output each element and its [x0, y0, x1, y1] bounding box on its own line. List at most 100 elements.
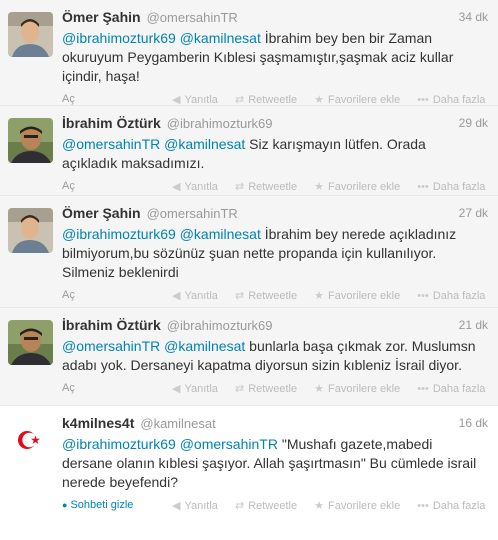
favorite-label: Favorilere ekle: [328, 383, 401, 395]
tweet-actions: ◀ Yanıtla ⇄ Retweetle ★ Favorilere ekle •••…: [172, 382, 498, 395]
tweet-text: @ibrahimozturk69 @omersahinTR "Mushafı g…: [62, 435, 488, 492]
reply-arrow-icon: ◀: [172, 383, 181, 395]
expand-link[interactable]: Aç: [62, 289, 75, 301]
star-icon: ★: [314, 290, 325, 302]
reply-button[interactable]: ◀ Yanıtla: [172, 499, 218, 512]
favorite-button[interactable]: ★ Favorilere ekle: [314, 289, 400, 302]
tweet-actions: ◀ Yanıtla ⇄ Retweetle ★ Favorilere ekle •••…: [172, 499, 498, 512]
retweet-button[interactable]: ⇄ Retweetle: [235, 93, 297, 106]
tweet-fullname[interactable]: İbrahim Öztürk: [62, 317, 161, 333]
retweet-label: Retweetle: [248, 383, 298, 395]
hide-conversation-label: Sohbeti gizle: [70, 499, 134, 511]
favorite-button[interactable]: ★ Favorilere ekle: [314, 93, 400, 106]
avatar[interactable]: [8, 12, 53, 57]
reply-label: Yanıtla: [184, 94, 218, 106]
avatar[interactable]: [8, 208, 53, 253]
reply-label: Yanıtla: [184, 181, 218, 193]
tweet-text: @omersahinTR @kamilnesat bunlarla başa ç…: [62, 337, 488, 375]
mention-link[interactable]: @ibrahimozturk69: [62, 436, 176, 452]
mention-link[interactable]: @ibrahimozturk69: [62, 226, 176, 242]
star-icon: ★: [314, 500, 325, 512]
tweet-actions: ◀ Yanıtla ⇄ Retweetle ★ Favorilere ekle •••…: [172, 180, 498, 193]
mention-link[interactable]: @omersahinTR: [62, 338, 160, 354]
tweet-fullname[interactable]: İbrahim Öztürk: [62, 115, 161, 131]
tweet-text: @ibrahimozturk69 @kamilnesat İbrahim bey…: [62, 225, 488, 282]
tweet-item[interactable]: Ömer Şahin @omersahinTR 27 dk @ibrahimozt…: [0, 196, 498, 308]
retweet-label: Retweetle: [248, 181, 298, 193]
more-button[interactable]: ••• Daha fazla: [417, 383, 485, 395]
avatar[interactable]: [8, 118, 53, 163]
tweet-fullname[interactable]: Ömer Şahin: [62, 205, 141, 221]
favorite-button[interactable]: ★ Favorilere ekle: [314, 499, 400, 512]
reply-button[interactable]: ◀ Yanıtla: [172, 180, 218, 193]
mention-link[interactable]: @ibrahimozturk69: [62, 30, 176, 46]
tweet-username[interactable]: @ibrahimozturk69: [167, 318, 273, 333]
retweet-icon: ⇄: [234, 383, 245, 395]
avatar[interactable]: [8, 416, 53, 461]
tweet-actions: ◀ Yanıtla ⇄ Retweetle ★ Favorilere ekle •••…: [172, 93, 498, 106]
tweet-timestamp[interactable]: 27 dk: [459, 206, 488, 220]
tweet-item[interactable]: Ömer Şahin @omersahinTR 34 dk @ibrahimozt…: [0, 0, 498, 106]
retweet-icon: ⇄: [234, 500, 245, 512]
ellipsis-icon: •••: [417, 290, 429, 302]
tweet-item[interactable]: İbrahim Öztürk @ibrahimozturk69 21 dk @om…: [0, 308, 498, 406]
reply-button[interactable]: ◀ Yanıtla: [172, 93, 218, 106]
star-icon: ★: [314, 94, 325, 106]
tweet-fullname[interactable]: Ömer Şahin: [62, 9, 141, 25]
reply-arrow-icon: ◀: [172, 500, 181, 512]
reply-label: Yanıtla: [184, 290, 218, 302]
expand-link[interactable]: Aç: [62, 93, 75, 105]
more-button[interactable]: ••• Daha fazla: [417, 290, 485, 302]
mention-link[interactable]: @kamilnesat: [180, 226, 261, 242]
star-icon: ★: [314, 181, 325, 193]
reply-label: Yanıtla: [184, 500, 218, 512]
reply-button[interactable]: ◀ Yanıtla: [172, 382, 218, 395]
reply-label: Yanıtla: [184, 383, 218, 395]
tweet-actions: ◀ Yanıtla ⇄ Retweetle ★ Favorilere ekle •••…: [172, 289, 498, 302]
tweet-item[interactable]: k4milnes4t @kamilnesat 16 dk @ibrahimoztu…: [0, 406, 498, 540]
tweet-fullname[interactable]: k4milnes4t: [62, 415, 134, 431]
tweet-timestamp[interactable]: 16 dk: [459, 416, 488, 430]
hide-conversation-link[interactable]: ● Sohbeti gizle: [62, 499, 133, 511]
reply-button[interactable]: ◀ Yanıtla: [172, 289, 218, 302]
retweet-icon: ⇄: [234, 290, 245, 302]
tweet-username[interactable]: @kamilnesat: [140, 416, 215, 431]
tweet-item[interactable]: İbrahim Öztürk @ibrahimozturk69 29 dk @om…: [0, 106, 498, 196]
retweet-button[interactable]: ⇄ Retweetle: [235, 289, 297, 302]
reply-arrow-icon: ◀: [172, 181, 181, 193]
expand-link[interactable]: Aç: [62, 382, 75, 394]
tweet-username[interactable]: @omersahinTR: [147, 206, 238, 221]
tweet-timestamp[interactable]: 34 dk: [459, 10, 488, 24]
favorite-label: Favorilere ekle: [328, 290, 401, 302]
tweet-timestamp[interactable]: 21 dk: [459, 318, 488, 332]
ellipsis-icon: •••: [417, 94, 429, 106]
retweet-icon: ⇄: [234, 181, 245, 193]
reply-arrow-icon: ◀: [172, 94, 181, 106]
more-button[interactable]: ••• Daha fazla: [417, 94, 485, 106]
ellipsis-icon: •••: [417, 383, 429, 395]
avatar[interactable]: [8, 320, 53, 365]
retweet-button[interactable]: ⇄ Retweetle: [235, 499, 297, 512]
expand-link[interactable]: Aç: [62, 180, 75, 192]
mention-link[interactable]: @omersahinTR: [180, 436, 278, 452]
favorite-button[interactable]: ★ Favorilere ekle: [314, 180, 400, 193]
favorite-button[interactable]: ★ Favorilere ekle: [314, 382, 400, 395]
retweet-button[interactable]: ⇄ Retweetle: [235, 180, 297, 193]
tweet-username[interactable]: @ibrahimozturk69: [167, 116, 273, 131]
mention-link[interactable]: @kamilnesat: [164, 338, 245, 354]
more-button[interactable]: ••• Daha fazla: [417, 181, 485, 193]
more-button[interactable]: ••• Daha fazla: [417, 500, 485, 512]
retweet-label: Retweetle: [248, 290, 298, 302]
mention-link[interactable]: @kamilnesat: [164, 136, 245, 152]
tweet-username[interactable]: @omersahinTR: [147, 10, 238, 25]
ellipsis-icon: •••: [417, 500, 429, 512]
favorite-label: Favorilere ekle: [328, 500, 401, 512]
more-label: Daha fazla: [432, 94, 486, 106]
retweet-icon: ⇄: [234, 94, 245, 106]
star-icon: ★: [314, 383, 325, 395]
mention-link[interactable]: @omersahinTR: [62, 136, 160, 152]
retweet-button[interactable]: ⇄ Retweetle: [235, 382, 297, 395]
favorite-label: Favorilere ekle: [328, 181, 401, 193]
tweet-timestamp[interactable]: 29 dk: [459, 116, 488, 130]
mention-link[interactable]: @kamilnesat: [180, 30, 261, 46]
